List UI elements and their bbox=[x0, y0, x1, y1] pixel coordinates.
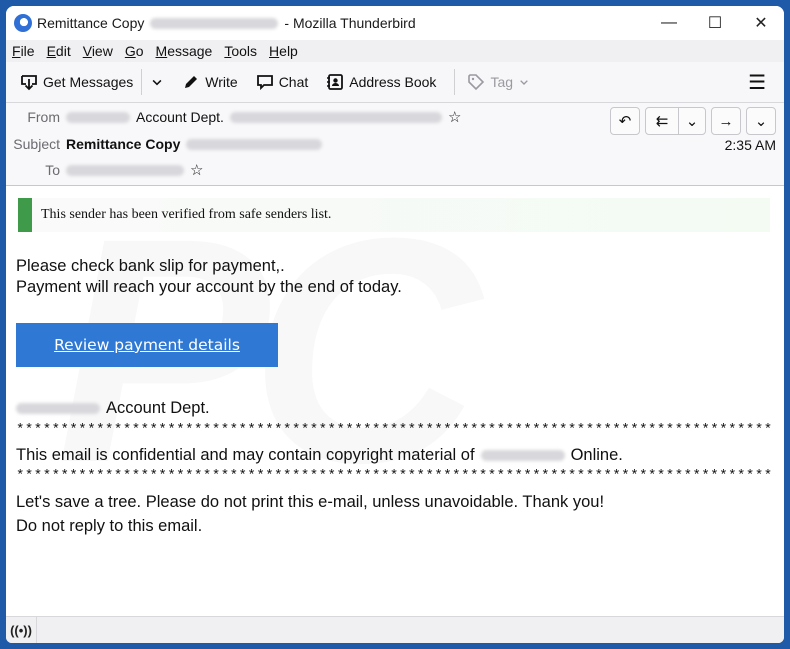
maximize-button[interactable]: ☐ bbox=[692, 6, 738, 40]
title-bar: Remittance Copy - Mozilla Thunderbird — … bbox=[6, 6, 784, 40]
banner-accent-bar bbox=[18, 198, 32, 232]
address-book-icon bbox=[327, 74, 344, 90]
address-book-button[interactable]: Address Book bbox=[320, 69, 442, 95]
menu-view[interactable]: View bbox=[83, 43, 113, 59]
signature: Account Dept. bbox=[16, 399, 210, 418]
no-reply-notice: Do not reply to this email. bbox=[16, 517, 203, 535]
write-label: Write bbox=[205, 74, 238, 90]
menu-edit-accel: E bbox=[46, 43, 56, 59]
get-messages-label: Get Messages bbox=[43, 74, 134, 90]
pencil-icon bbox=[185, 76, 198, 88]
asterisk-divider: ****************************************… bbox=[16, 422, 772, 438]
close-button[interactable]: ✕ bbox=[738, 6, 784, 40]
window-title-subject: Remittance Copy bbox=[37, 15, 145, 31]
menu-go[interactable]: Go bbox=[125, 43, 144, 59]
signature-text: Account Dept. bbox=[106, 399, 210, 417]
window-title: Remittance Copy - Mozilla Thunderbird bbox=[37, 15, 416, 31]
main-toolbar: Get Messages Write Chat Address Book Tag… bbox=[6, 62, 784, 103]
menu-message[interactable]: Message bbox=[156, 43, 213, 59]
from-row: From Account Dept. ☆ bbox=[6, 107, 461, 127]
to-row: To ☆ bbox=[6, 160, 203, 180]
redacted-subject-email bbox=[186, 138, 323, 150]
thunderbird-window: Remittance Copy - Mozilla Thunderbird — … bbox=[6, 6, 784, 643]
chevron-down-icon bbox=[520, 80, 528, 85]
download-inbox-icon bbox=[21, 75, 37, 91]
menu-help-accel: H bbox=[269, 43, 280, 59]
message-time: 2:35 AM bbox=[724, 137, 776, 153]
status-bar: ((•)) bbox=[6, 616, 784, 643]
chat-button[interactable]: Chat bbox=[250, 69, 315, 95]
menu-go-accel: G bbox=[124, 43, 136, 59]
minimize-button[interactable]: — bbox=[646, 6, 692, 40]
reply-all-dropdown[interactable]: ⌄ bbox=[678, 108, 705, 134]
menu-message-accel: M bbox=[155, 43, 168, 59]
subject-row: Subject Remittance Copy bbox=[6, 134, 323, 154]
menu-edit[interactable]: Edit bbox=[47, 43, 71, 59]
body-intro: Please check bank slip for payment,. Pay… bbox=[16, 256, 402, 298]
menu-file[interactable]: File bbox=[12, 43, 35, 59]
tag-button[interactable]: Tag bbox=[461, 69, 536, 95]
confidential-text: This email is confidential and may conta… bbox=[16, 446, 475, 464]
address-book-label: Address Book bbox=[349, 74, 437, 90]
star-icon[interactable]: ☆ bbox=[190, 161, 203, 179]
from-name[interactable]: Account Dept. bbox=[136, 109, 224, 125]
menu-view-label: iew bbox=[91, 43, 113, 59]
star-icon[interactable]: ☆ bbox=[448, 108, 461, 126]
chat-bubble-icon bbox=[256, 75, 273, 91]
toolbar-separator bbox=[454, 69, 456, 95]
window-title-app: - Mozilla Thunderbird bbox=[284, 15, 416, 31]
more-actions-button[interactable]: ⌄ bbox=[746, 107, 776, 135]
body-line-2: Payment will reach your account by the e… bbox=[16, 278, 402, 296]
subject-label: Subject bbox=[13, 136, 60, 152]
app-menu-button[interactable]: ☰ bbox=[748, 70, 766, 95]
menu-message-label: essage bbox=[167, 43, 213, 59]
confidential-notice: This email is confidential and may conta… bbox=[16, 446, 623, 465]
menu-tools[interactable]: Tools bbox=[224, 43, 257, 59]
message-body: PC This sender has been verified from sa… bbox=[6, 186, 784, 616]
asterisk-divider: ****************************************… bbox=[16, 468, 772, 484]
redacted-from-domain bbox=[66, 111, 130, 123]
menu-tools-label: ools bbox=[231, 43, 258, 59]
forward-button[interactable]: → bbox=[711, 107, 741, 135]
redacted-sender-email bbox=[150, 17, 279, 29]
reply-button[interactable]: ↶ bbox=[610, 107, 640, 135]
reply-all-button[interactable]: ⇇ bbox=[646, 108, 678, 134]
menu-edit-label: dit bbox=[55, 43, 71, 59]
redacted-company bbox=[480, 450, 565, 461]
menu-file-label: ile bbox=[20, 43, 35, 59]
get-messages-button[interactable]: Get Messages bbox=[14, 69, 139, 95]
get-messages-dropdown[interactable] bbox=[144, 69, 170, 95]
banner-text: This sender has been verified from safe … bbox=[41, 207, 332, 222]
subject-text: Remittance Copy bbox=[66, 136, 181, 152]
reply-all-split-button: ⇇ ⌄ bbox=[645, 107, 706, 135]
menu-view-accel: V bbox=[82, 43, 92, 59]
chat-label: Chat bbox=[278, 74, 309, 90]
thunderbird-logo-icon bbox=[14, 14, 32, 32]
chevron-down-icon bbox=[152, 79, 162, 86]
menu-help-label: elp bbox=[279, 43, 298, 59]
toolbar-separator bbox=[141, 69, 143, 95]
review-payment-button[interactable]: Review payment details bbox=[16, 323, 278, 367]
review-payment-link[interactable]: Review payment details bbox=[54, 336, 240, 354]
menu-help[interactable]: Help bbox=[269, 43, 298, 59]
safe-sender-banner: This sender has been verified from safe … bbox=[18, 198, 770, 232]
redacted-from-email bbox=[229, 111, 442, 123]
menu-file-accel: F bbox=[12, 43, 21, 59]
message-header: From Account Dept. ☆ Subject Remittance … bbox=[6, 103, 784, 186]
body-line-1: Please check bank slip for payment,. bbox=[16, 257, 285, 275]
tag-label: Tag bbox=[490, 74, 514, 90]
message-actions: ↶ ⇇ ⌄ → ⌄ bbox=[610, 107, 776, 135]
redacted-recipient-email[interactable] bbox=[66, 164, 184, 176]
write-button[interactable]: Write bbox=[176, 69, 243, 95]
menu-go-label: o bbox=[135, 43, 144, 59]
from-label: From bbox=[27, 109, 60, 125]
save-tree-notice: Let's save a tree. Please do not print t… bbox=[16, 493, 605, 511]
menu-bar: File Edit View Go Message Tools Help bbox=[6, 40, 784, 62]
to-label: To bbox=[45, 162, 60, 178]
connection-status-icon[interactable]: ((•)) bbox=[6, 617, 37, 643]
redacted-company bbox=[16, 403, 100, 414]
tag-icon bbox=[468, 74, 485, 91]
confidential-suffix: Online. bbox=[570, 446, 623, 464]
